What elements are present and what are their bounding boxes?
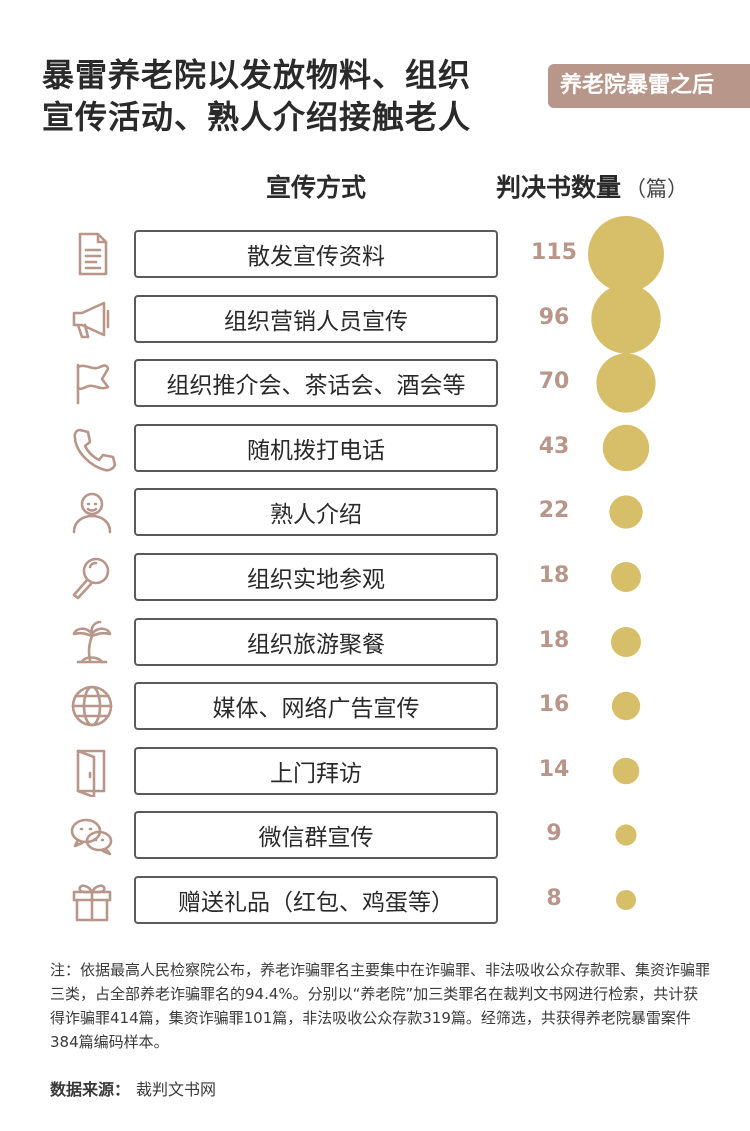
value-bubble bbox=[588, 216, 664, 292]
value-bubble bbox=[591, 284, 661, 354]
globe-icon bbox=[66, 680, 118, 732]
value-label: 14 bbox=[538, 757, 570, 782]
value-label: 115 bbox=[531, 240, 577, 265]
count-header-label: 判决书数量 bbox=[496, 173, 622, 202]
value-bubble bbox=[611, 691, 641, 721]
value-label: 70 bbox=[538, 369, 570, 394]
flag-icon bbox=[66, 357, 118, 409]
magnifier-icon bbox=[66, 551, 118, 603]
phone-icon bbox=[66, 422, 118, 474]
category-label: 随机拨打电话 bbox=[134, 424, 498, 472]
category-label: 媒体、网络广告宣传 bbox=[134, 682, 498, 730]
value-label: 22 bbox=[538, 498, 570, 523]
category-label: 微信群宣传 bbox=[134, 811, 498, 859]
value-bubble bbox=[615, 824, 637, 846]
value-label: 8 bbox=[546, 886, 562, 911]
category-label: 上门拜访 bbox=[134, 747, 498, 795]
section-badge: 养老院暴雷之后 bbox=[548, 64, 750, 108]
category-label: 组织推介会、茶话会、酒会等 bbox=[134, 359, 498, 407]
door-icon bbox=[66, 745, 118, 799]
value-bubble bbox=[602, 424, 650, 472]
value-bubble bbox=[596, 353, 656, 413]
gift-icon bbox=[66, 874, 118, 926]
category-label: 散发宣传资料 bbox=[134, 230, 498, 278]
megaphone-icon bbox=[66, 293, 118, 345]
value-bubble bbox=[609, 495, 643, 529]
title-line-2: 宣传活动、熟人介绍接触老人 bbox=[42, 98, 472, 136]
wechat-icon bbox=[66, 809, 118, 861]
value-bubble bbox=[612, 757, 640, 785]
category-label: 组织旅游聚餐 bbox=[134, 618, 498, 666]
value-label: 9 bbox=[546, 821, 562, 846]
value-bubble bbox=[611, 627, 641, 657]
footnote: 注：依据最高人民检察院公布，养老诈骗罪名主要集中在诈骗罪、非法吸收公众存款罪、集… bbox=[50, 961, 711, 1051]
value-label: 43 bbox=[538, 434, 570, 459]
document-icon bbox=[66, 228, 118, 280]
category-label: 熟人介绍 bbox=[134, 488, 498, 536]
value-label: 96 bbox=[538, 305, 570, 330]
value-label: 18 bbox=[538, 628, 570, 653]
category-label: 组织营销人员宣传 bbox=[134, 295, 498, 343]
chart-title: 暴雷养老院以发放物料、组织 宣传活动、熟人介绍接触老人 bbox=[42, 54, 522, 138]
category-label: 赠送礼品（红包、鸡蛋等） bbox=[134, 876, 498, 924]
data-source: 数据来源： 裁判文书网 bbox=[50, 1076, 216, 1100]
count-column-header: 判决书数量 （篇） bbox=[496, 168, 688, 204]
source-value: 裁判文书网 bbox=[136, 1080, 217, 1099]
value-bubble bbox=[611, 562, 641, 592]
palm-tree-icon bbox=[66, 616, 118, 668]
value-bubble bbox=[616, 890, 636, 910]
source-label: 数据来源： bbox=[50, 1080, 131, 1099]
method-column-header: 宣传方式 bbox=[265, 173, 366, 202]
title-line-1: 暴雷养老院以发放物料、组织 bbox=[42, 56, 472, 94]
value-label: 18 bbox=[538, 563, 570, 588]
value-label: 16 bbox=[538, 692, 570, 717]
count-header-unit: （篇） bbox=[625, 177, 689, 201]
person-icon bbox=[66, 486, 118, 538]
category-label: 组织实地参观 bbox=[134, 553, 498, 601]
